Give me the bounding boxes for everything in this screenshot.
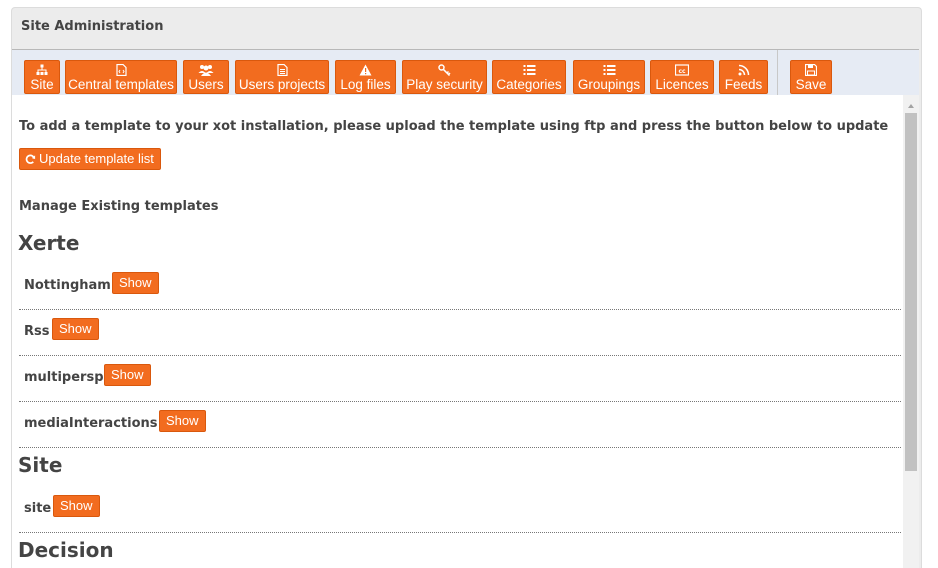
template-row: multipersp Show [19, 356, 901, 402]
template-name: Nottingham [24, 278, 111, 293]
licences-button[interactable]: cc Licences [650, 60, 714, 94]
show-button[interactable]: Show [52, 318, 99, 340]
scrollbar-thumb[interactable] [905, 113, 917, 471]
template-name: site [24, 501, 52, 516]
list-icon [574, 64, 644, 77]
feeds-button[interactable]: Feeds [719, 60, 768, 94]
show-button[interactable]: Show [104, 364, 151, 386]
users-button[interactable]: Users [183, 60, 229, 94]
save-button-label: Save [795, 77, 827, 92]
categories-label: Categories [496, 77, 562, 92]
sitemap-icon [25, 64, 59, 77]
template-name: multipersp [24, 370, 104, 385]
central-templates-label: Central templates [68, 77, 174, 92]
template-row: Nottingham Show [19, 264, 901, 310]
refresh-icon [25, 154, 36, 164]
list-icon [493, 64, 565, 77]
play-security-label: Play security [406, 77, 483, 92]
groupings-label: Groupings [577, 77, 641, 92]
manage-heading: Manage Existing templates [19, 199, 219, 214]
panel-title: Site Administration [21, 19, 164, 34]
template-row: Rss Show [19, 310, 901, 356]
vertical-scrollbar[interactable] [903, 95, 919, 568]
toolbar-divider [777, 50, 778, 96]
save-icon [791, 64, 831, 77]
groupings-button[interactable]: Groupings [573, 60, 645, 94]
users-icon [184, 64, 228, 77]
scroll-up-arrow-icon[interactable] [903, 97, 919, 109]
central-templates-button[interactable]: Central templates [65, 60, 177, 94]
key-icon [403, 64, 486, 77]
users-projects-button[interactable]: Users projects [235, 60, 329, 94]
template-file-icon [66, 64, 176, 77]
template-row: site Show [19, 487, 901, 533]
show-button[interactable]: Show [159, 410, 206, 432]
template-name: Rss [24, 324, 50, 339]
categories-button[interactable]: Categories [492, 60, 566, 94]
log-files-label: Log files [340, 77, 391, 92]
users-projects-label: Users projects [238, 77, 326, 92]
save-button[interactable]: Save [790, 60, 832, 94]
feeds-label: Feeds [724, 77, 763, 92]
cc-icon: cc [651, 64, 713, 77]
template-name: mediaInteractions [24, 416, 158, 431]
update-template-list-label: Update template list [39, 151, 154, 166]
template-row: mediaInteractions Show [19, 402, 901, 448]
play-security-button[interactable]: Play security [402, 60, 487, 94]
admin-toolbar: Site Central templates Users Users proje… [12, 49, 919, 96]
rss-icon [720, 64, 767, 77]
svg-text:cc: cc [678, 68, 686, 75]
group-heading-site: Site [18, 453, 63, 477]
log-files-button[interactable]: Log files [335, 60, 396, 94]
document-icon [236, 64, 328, 77]
admin-panel: Site Administration Site Central templat… [11, 7, 922, 568]
warning-icon [336, 64, 395, 77]
show-button[interactable]: Show [112, 272, 159, 294]
site-button-label: Site [30, 77, 54, 92]
licences-label: Licences [655, 77, 709, 92]
site-button[interactable]: Site [24, 60, 60, 94]
group-heading-xerte: Xerte [18, 231, 80, 255]
update-template-list-button[interactable]: Update template list [19, 148, 161, 170]
group-heading-decision: Decision [18, 538, 114, 562]
templates-content: To add a template to your xot installati… [12, 95, 903, 568]
users-button-label: Users [188, 77, 224, 92]
intro-text: To add a template to your xot installati… [19, 119, 889, 134]
show-button[interactable]: Show [53, 495, 100, 517]
